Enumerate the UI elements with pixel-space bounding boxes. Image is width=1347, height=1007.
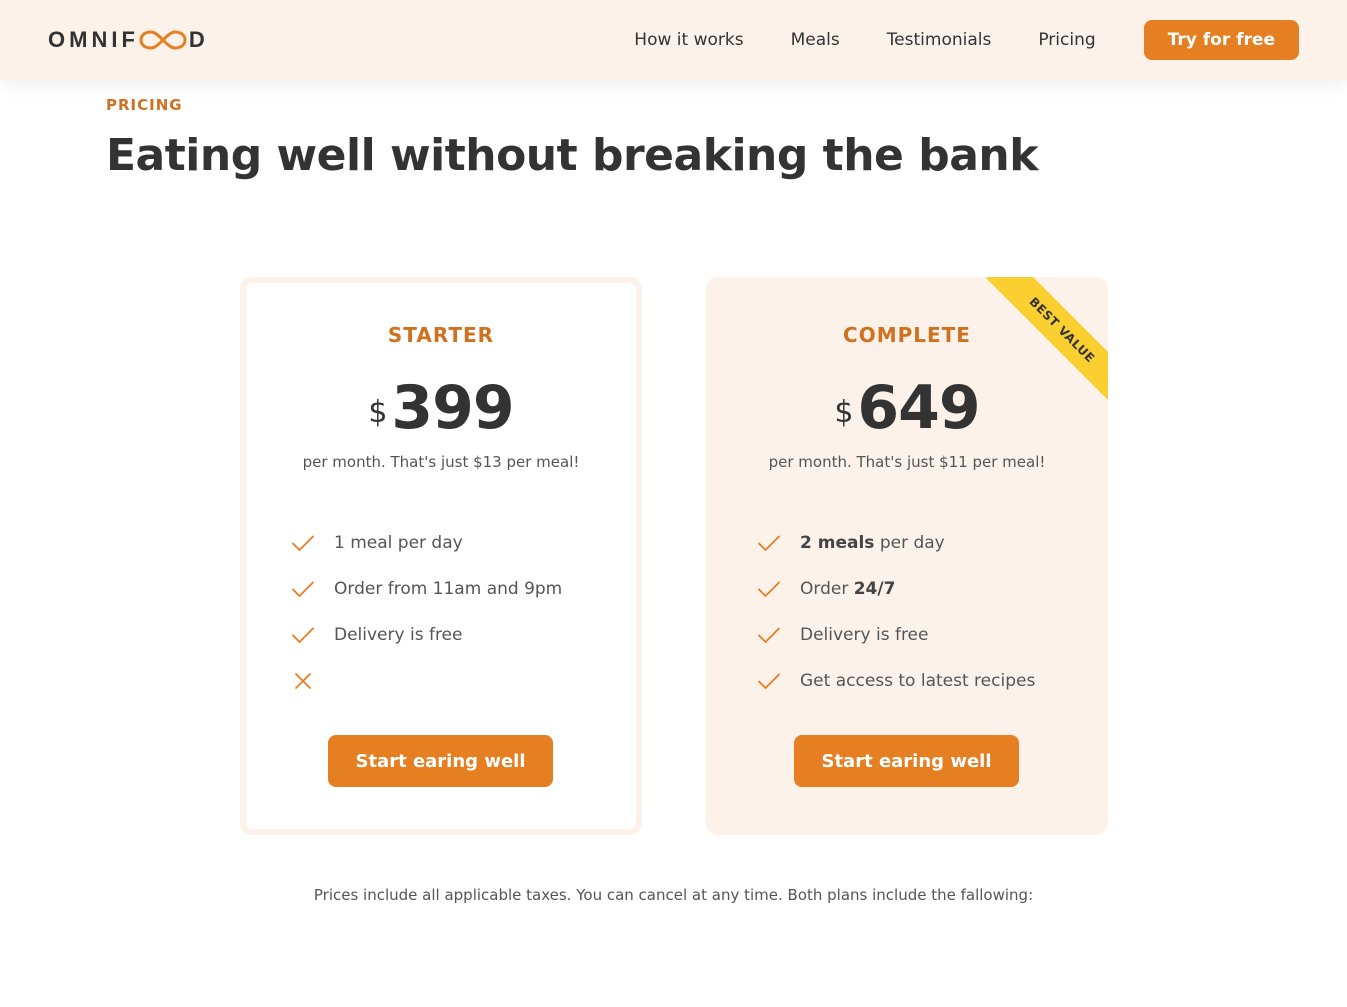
feature-text: 2 meals per day: [800, 533, 945, 553]
feature-text: Get access to latest recipes: [800, 671, 1035, 691]
nav-link-how-it-works[interactable]: How it works: [634, 30, 743, 50]
price-currency: $: [368, 395, 388, 430]
feature-text: Order from 11am and 9pm: [334, 579, 562, 599]
price-amount: 399: [391, 373, 514, 443]
check-icon: [758, 627, 780, 643]
feature-label: Order from 11am and 9pm: [334, 579, 563, 599]
price-currency: $: [834, 395, 854, 430]
feature-list: 1 meal per day Order from 11am and 9pm Del…: [290, 520, 562, 704]
nav-link-pricing[interactable]: Pricing: [1038, 30, 1095, 50]
feature-text: 1 meal per day: [334, 533, 463, 553]
check-icon: [292, 535, 314, 551]
feature-text: Delivery is free: [800, 625, 928, 645]
pricing-footer-note: Prices include all applicable taxes. You…: [313, 886, 1034, 904]
feature-text: Delivery is free: [334, 625, 462, 645]
feature-bold-text: 2 meals: [800, 533, 875, 553]
logo-text-right: D: [188, 27, 209, 52]
check-icon: [292, 581, 314, 597]
section-subheading: Pricing: [106, 96, 183, 114]
site-header: OMNIF D How it works Meals Testimonials …: [0, 0, 1347, 80]
feature-item: 2 meals per day: [756, 520, 1035, 566]
feature-item: Order from 11am and 9pm: [290, 566, 562, 612]
check-icon: [292, 627, 314, 643]
price-note: per month. That's just $11 per meal!: [768, 453, 1046, 471]
feature-label: Delivery is free: [800, 625, 929, 645]
plan-name: COMPLETE: [843, 323, 971, 347]
feature-item: Get access to latest recipes: [756, 658, 1035, 704]
feature-label: Delivery is free: [334, 625, 463, 645]
check-icon: [758, 535, 780, 551]
page: OMNIF D How it works Meals Testimonials …: [0, 0, 1347, 1007]
check-icon: [758, 581, 780, 597]
check-icon: [758, 673, 780, 689]
section-heading: Eating well without breaking the bank: [106, 130, 1038, 181]
feature-label: Get access to latest recipes: [800, 671, 1036, 691]
feature-item: Delivery is free: [290, 612, 562, 658]
plan-name: STARTER: [387, 323, 495, 347]
feature-label: Order: [800, 579, 854, 599]
start-eating-well-button[interactable]: Start earing well: [328, 735, 553, 787]
price-note: per month. That's just $13 per meal!: [302, 453, 580, 471]
feature-label: 1 meal per day: [334, 533, 463, 553]
feature-item: Order 24/7: [756, 566, 1035, 612]
pricing-card-complete: BEST VALUE COMPLETE $649 per month. That…: [706, 277, 1108, 835]
feature-label: per day: [874, 533, 945, 553]
feature-item: Delivery is free: [756, 612, 1035, 658]
nav-link-testimonials[interactable]: Testimonials: [887, 30, 992, 50]
feature-bold-text: 24/7: [853, 579, 896, 599]
pricing-card-starter: STARTER $399 per month. That's just $13 …: [240, 277, 642, 835]
plan-price: $649: [706, 373, 1108, 443]
price-amount: 649: [857, 373, 980, 443]
feature-text: Order 24/7: [800, 579, 895, 599]
start-eating-well-button[interactable]: Start earing well: [794, 735, 1019, 787]
try-for-free-button[interactable]: Try for free: [1143, 20, 1299, 60]
main-nav: How it works Meals Testimonials Pricing …: [634, 19, 1299, 61]
plan-price: $399: [246, 373, 636, 443]
close-icon: [295, 673, 311, 689]
logo-text-left: OMNIF: [48, 27, 139, 52]
nav-link-meals[interactable]: Meals: [791, 30, 840, 50]
infinity-logo-icon: [139, 30, 187, 50]
feature-item: 1 meal per day: [290, 520, 562, 566]
feature-item: [290, 658, 562, 704]
feature-list: 2 meals per day Order 24/7 Delivery is fre…: [756, 520, 1035, 704]
omnifood-logo[interactable]: OMNIF D: [48, 27, 209, 53]
